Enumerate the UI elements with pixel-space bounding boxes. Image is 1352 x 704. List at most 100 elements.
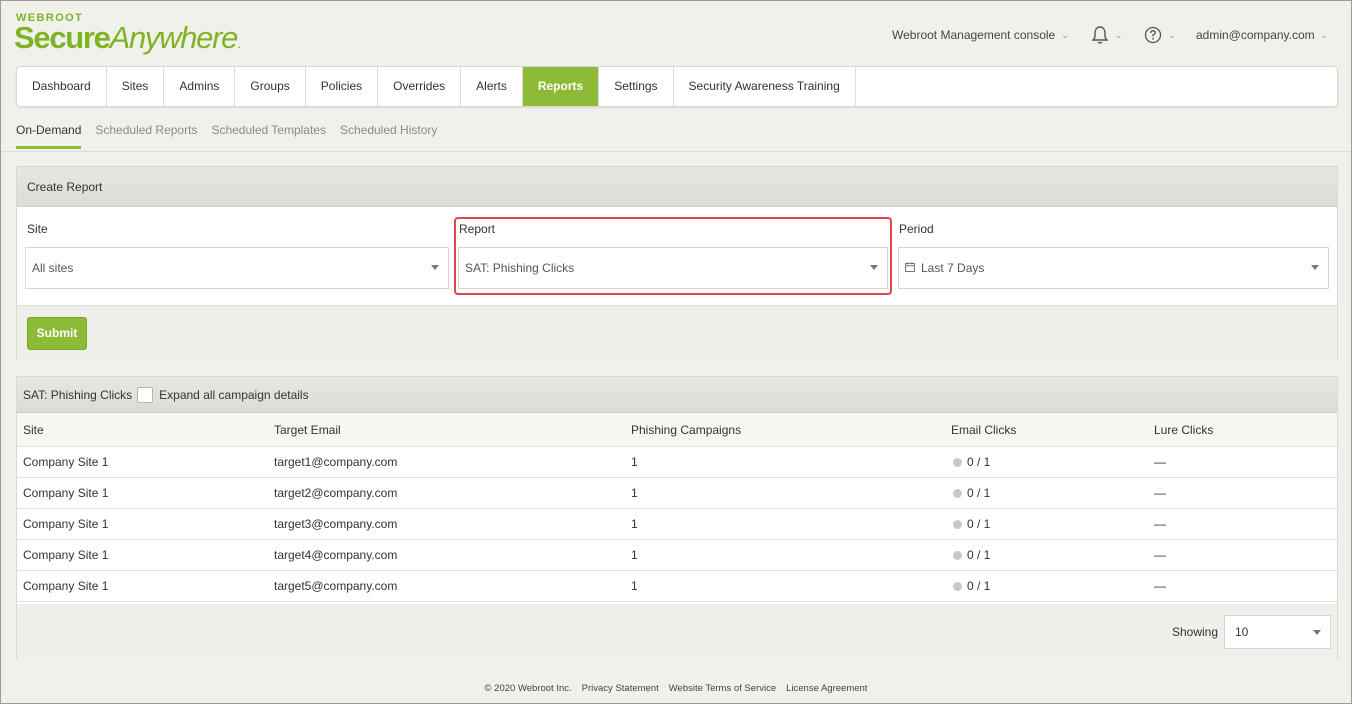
subtab-on-demand[interactable]: On-Demand xyxy=(16,123,82,149)
caret-down-icon xyxy=(431,265,439,270)
user-menu-label: admin@company.com xyxy=(1196,28,1315,42)
tab-admins[interactable]: Admins xyxy=(164,67,236,106)
column-lure-clicks[interactable]: Lure Clicks xyxy=(1154,413,1213,447)
period-label: Period xyxy=(899,222,934,236)
email-clicks-value: 0 / 1 xyxy=(967,455,991,469)
email-clicks-value: 0 / 1 xyxy=(967,548,991,562)
cell-phishing-campaigns: 1 xyxy=(631,579,638,593)
cell-site: Company Site 1 xyxy=(23,455,109,469)
caret-down-icon xyxy=(1311,265,1319,270)
cell-lure-clicks: — xyxy=(1154,548,1166,562)
notifications-menu[interactable]: ⌄ xyxy=(1091,25,1123,45)
submit-button[interactable]: Submit xyxy=(27,317,87,350)
column-site[interactable]: Site xyxy=(23,413,44,447)
email-clicks-value: 0 / 1 xyxy=(967,579,991,593)
table-row[interactable]: Company Site 1 target1@company.com 1 0 /… xyxy=(17,447,1337,478)
email-clicks-value: 0 / 1 xyxy=(967,517,991,531)
tab-dashboard[interactable]: Dashboard xyxy=(17,67,107,106)
cell-phishing-campaigns: 1 xyxy=(631,548,638,562)
cell-lure-clicks: — xyxy=(1154,517,1166,531)
tab-settings[interactable]: Settings xyxy=(599,67,674,106)
column-phishing-campaigns[interactable]: Phishing Campaigns xyxy=(631,413,741,447)
logo-part-secure: Secure xyxy=(14,20,111,55)
secureanywhere-logo[interactable]: SecureAnywhere. xyxy=(14,20,241,56)
showing-label: Showing xyxy=(1172,625,1219,639)
cell-email-clicks: 0 / 1 xyxy=(953,509,990,540)
status-dot-icon xyxy=(953,520,962,529)
chevron-down-icon: ⌄ xyxy=(1061,29,1069,40)
cell-target-email: target3@company.com xyxy=(274,517,398,531)
console-selector-label: Webroot Management console xyxy=(892,28,1056,42)
table-row[interactable]: Company Site 1 target5@company.com 1 0 /… xyxy=(17,571,1337,602)
tab-security-awareness-training[interactable]: Security Awareness Training xyxy=(674,67,856,106)
cell-lure-clicks: — xyxy=(1154,579,1166,593)
cell-email-clicks: 0 / 1 xyxy=(953,447,990,478)
status-dot-icon xyxy=(953,551,962,560)
cell-lure-clicks: — xyxy=(1154,486,1166,500)
terms-of-service-link[interactable]: Website Terms of Service xyxy=(669,683,776,694)
tab-reports[interactable]: Reports xyxy=(522,67,600,106)
tab-overrides[interactable]: Overrides xyxy=(378,67,462,106)
bell-icon xyxy=(1091,25,1109,45)
caret-down-icon xyxy=(870,265,878,270)
subtab-scheduled-templates[interactable]: Scheduled Templates xyxy=(211,123,326,149)
page-size-value: 10 xyxy=(1235,625,1249,639)
license-agreement-link[interactable]: License Agreement xyxy=(786,683,867,694)
cell-email-clicks: 0 / 1 xyxy=(953,478,990,509)
cell-site: Company Site 1 xyxy=(23,579,109,593)
create-report-footer: Submit xyxy=(17,305,1337,361)
cell-phishing-campaigns: 1 xyxy=(631,455,638,469)
tab-alerts[interactable]: Alerts xyxy=(461,67,523,106)
logo-part-anywhere: Anywhere xyxy=(109,20,239,55)
page-size-select[interactable]: 10 xyxy=(1224,615,1331,649)
site-label: Site xyxy=(27,222,48,236)
chevron-down-icon: ⌄ xyxy=(1320,29,1329,40)
period-select-value: Last 7 Days xyxy=(921,261,985,275)
privacy-statement-link[interactable]: Privacy Statement xyxy=(582,683,659,694)
tab-groups[interactable]: Groups xyxy=(235,67,306,106)
results-header: SAT: Phishing Clicks Expand all campaign… xyxy=(17,377,1337,413)
copyright: © 2020 Webroot Inc. xyxy=(484,683,572,694)
main-nav: Dashboard Sites Admins Groups Policies O… xyxy=(16,66,1338,107)
cell-target-email: target1@company.com xyxy=(274,455,398,469)
period-select[interactable]: Last 7 Days xyxy=(898,247,1329,289)
subnav-divider xyxy=(1,151,1351,152)
status-dot-icon xyxy=(953,582,962,591)
subtab-scheduled-history[interactable]: Scheduled History xyxy=(340,123,437,149)
report-select[interactable]: SAT: Phishing Clicks xyxy=(458,247,888,289)
cell-email-clicks: 0 / 1 xyxy=(953,540,990,571)
chevron-down-icon: ⌄ xyxy=(1168,29,1176,40)
console-selector[interactable]: Webroot Management console ⌄ xyxy=(892,25,1069,45)
results-title: SAT: Phishing Clicks xyxy=(23,387,133,402)
status-dot-icon xyxy=(953,489,962,498)
expand-all-label[interactable]: Expand all campaign details xyxy=(159,388,308,402)
report-results-panel: SAT: Phishing Clicks Expand all campaign… xyxy=(16,376,1338,659)
email-clicks-value: 0 / 1 xyxy=(967,486,991,500)
table-row[interactable]: Company Site 1 target4@company.com 1 0 /… xyxy=(17,540,1337,571)
expand-all-checkbox[interactable] xyxy=(137,386,154,403)
sub-nav: On-Demand Scheduled Reports Scheduled Te… xyxy=(16,123,437,149)
table-row[interactable]: Company Site 1 target2@company.com 1 0 /… xyxy=(17,478,1337,509)
tab-sites[interactable]: Sites xyxy=(107,67,165,106)
column-email-clicks[interactable]: Email Clicks xyxy=(951,413,1016,447)
help-icon xyxy=(1144,26,1162,44)
column-target-email[interactable]: Target Email xyxy=(274,413,341,447)
cell-site: Company Site 1 xyxy=(23,517,109,531)
tab-policies[interactable]: Policies xyxy=(306,67,379,106)
cell-target-email: target4@company.com xyxy=(274,548,398,562)
subtab-scheduled-reports[interactable]: Scheduled Reports xyxy=(95,123,197,149)
table-row[interactable]: Company Site 1 target3@company.com 1 0 /… xyxy=(17,509,1337,540)
caret-down-icon xyxy=(1313,630,1321,635)
cell-email-clicks: 0 / 1 xyxy=(953,571,990,602)
report-select-value: SAT: Phishing Clicks xyxy=(465,261,575,275)
user-menu[interactable]: admin@company.com ⌄ xyxy=(1196,25,1328,45)
cell-target-email: target5@company.com xyxy=(274,579,398,593)
cell-site: Company Site 1 xyxy=(23,486,109,500)
create-report-title: Create Report xyxy=(17,167,1337,207)
help-menu[interactable]: ⌄ xyxy=(1144,25,1176,45)
logo-mark: . xyxy=(237,35,241,51)
page-footer: © 2020 Webroot Inc. Privacy Statement We… xyxy=(1,683,1351,694)
cell-site: Company Site 1 xyxy=(23,548,109,562)
cell-phishing-campaigns: 1 xyxy=(631,486,638,500)
site-select[interactable]: All sites xyxy=(25,247,449,289)
